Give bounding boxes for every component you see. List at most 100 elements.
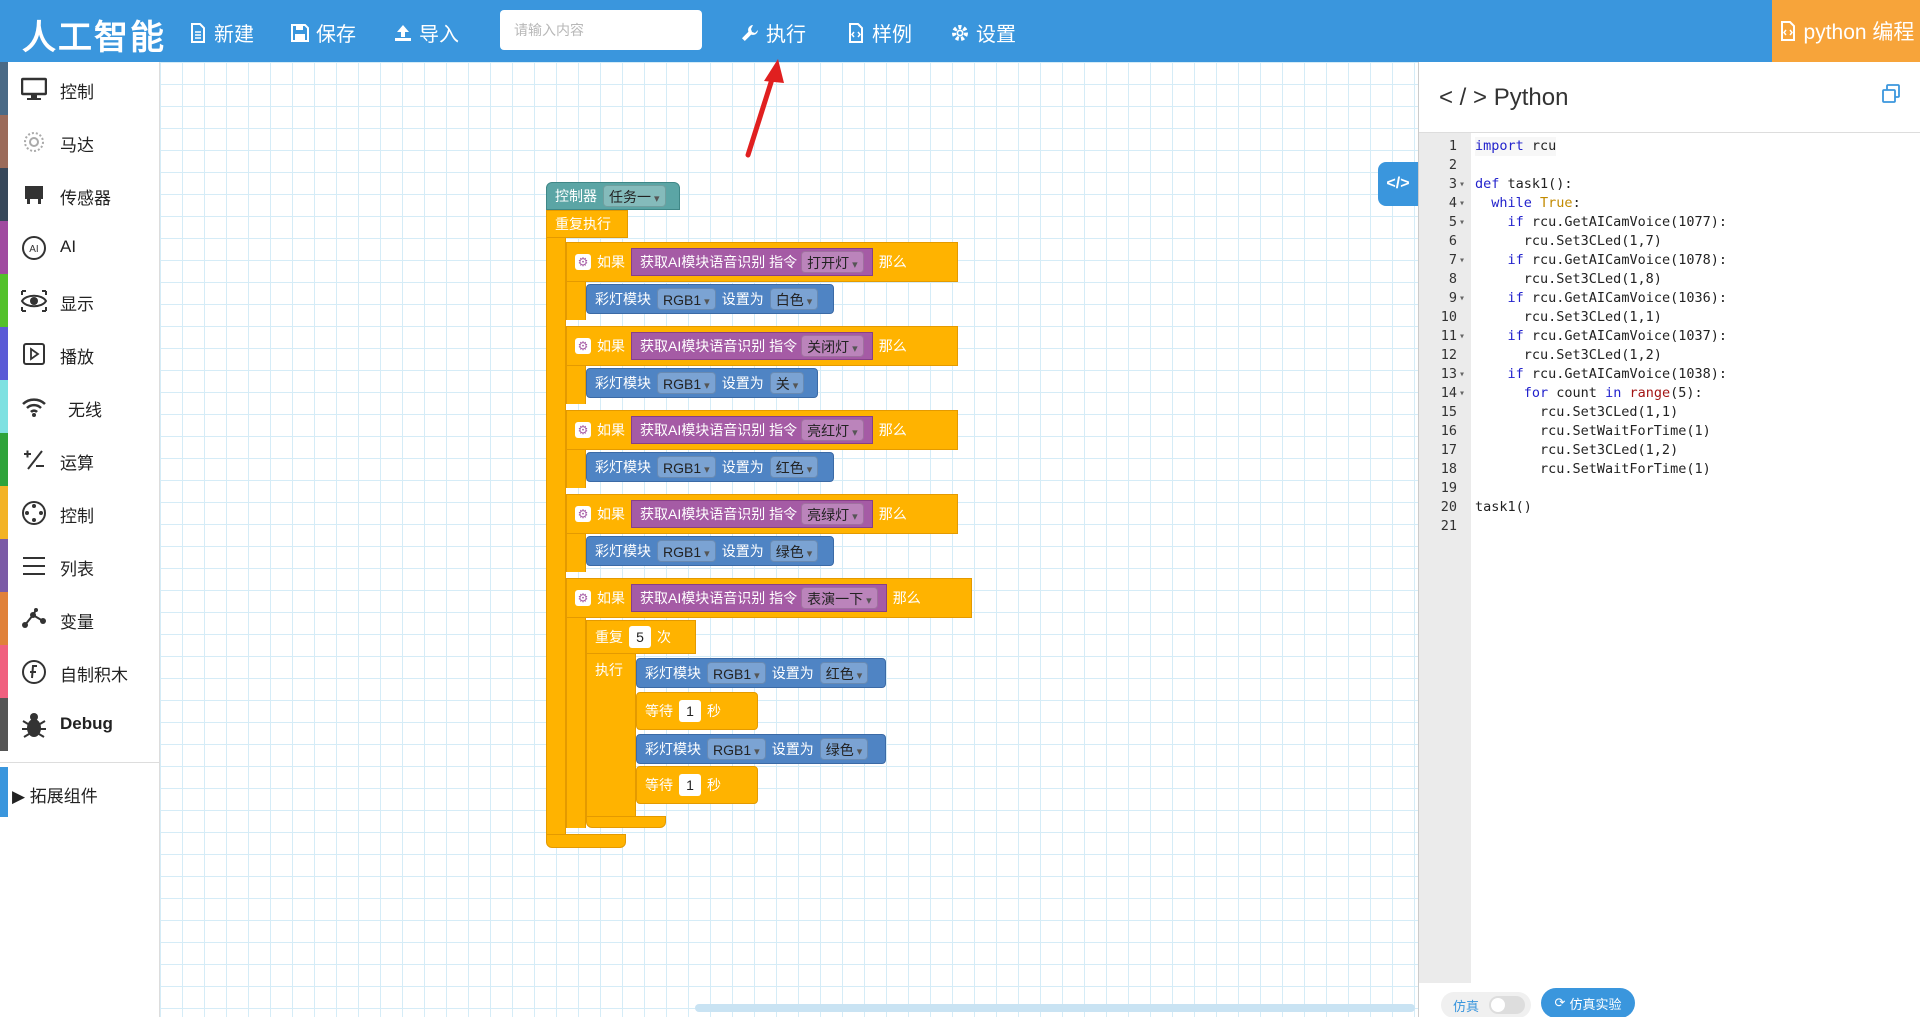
color-dropdown[interactable]: 红色 bbox=[769, 456, 819, 478]
color-dropdown[interactable]: 绿色 bbox=[769, 540, 819, 562]
settings-button[interactable]: 设置 bbox=[950, 18, 1016, 47]
search-input[interactable] bbox=[500, 10, 702, 50]
if-block-3[interactable]: ⚙ 如果 获取AI模块语音识别 指令亮红灯 那么 bbox=[566, 410, 958, 450]
sidebar-item-extensions[interactable]: ▶ 拓展组件 bbox=[0, 767, 160, 817]
command-dropdown[interactable]: 表演一下 bbox=[801, 587, 878, 609]
voice-recognition-block[interactable]: 获取AI模块语音识别 指令 打开灯 bbox=[631, 248, 873, 276]
color-dropdown[interactable]: 白色 bbox=[769, 288, 819, 310]
led-block-1[interactable]: 彩灯模块 RGB1 设置为白色 bbox=[586, 284, 834, 314]
sidebar-item-math[interactable]: 运算 bbox=[0, 433, 160, 486]
wait-input[interactable]: 1 bbox=[679, 700, 701, 722]
color-dropdown[interactable]: 关 bbox=[769, 372, 805, 394]
command-dropdown[interactable]: 亮绿灯 bbox=[801, 503, 864, 525]
sidebar-item-sensor[interactable]: 传感器 bbox=[0, 168, 160, 221]
import-button[interactable]: 导入 bbox=[393, 18, 459, 47]
simulation-toggle[interactable]: 仿真 bbox=[1441, 992, 1531, 1017]
rgb-dropdown[interactable]: RGB1 bbox=[707, 662, 766, 684]
repeat-count-input[interactable]: 5 bbox=[629, 626, 651, 648]
simulation-experiment-button[interactable]: ⟳ 仿真实验 bbox=[1541, 988, 1635, 1017]
sidebar-item-play[interactable]: 播放 bbox=[0, 327, 160, 380]
led-block-6[interactable]: 彩灯模块 RGB1 设置为绿色 bbox=[636, 734, 886, 764]
gear-icon[interactable]: ⚙ bbox=[575, 338, 591, 354]
code-line[interactable]: 20 task1() bbox=[1419, 498, 1920, 517]
fold-arrow-icon[interactable]: ▾ bbox=[1459, 175, 1465, 194]
simulation-switch[interactable] bbox=[1489, 996, 1526, 1014]
sidebar-item-motor[interactable]: 马达 bbox=[0, 115, 160, 168]
blockly-workspace[interactable]: 控制器任务一 重复执行 ⚙如果 获取AI模块语音识别 指令打开灯 那么 彩灯模块… bbox=[160, 62, 1418, 1017]
led-block-4[interactable]: 彩灯模块 RGB1 设置为绿色 bbox=[586, 536, 834, 566]
fold-arrow-icon[interactable]: ▾ bbox=[1459, 289, 1465, 308]
code-line[interactable]: 2 bbox=[1419, 156, 1920, 175]
copy-icon[interactable] bbox=[1881, 84, 1901, 104]
rgb-dropdown[interactable]: RGB1 bbox=[657, 288, 716, 310]
if-block-4[interactable]: ⚙ 如果 获取AI模块语音识别 指令亮绿灯 那么 bbox=[566, 494, 958, 534]
fold-arrow-icon[interactable]: ▾ bbox=[1459, 384, 1465, 403]
if-block-1[interactable]: ⚙ 如果 获取AI模块语音识别 指令打开灯 那么 bbox=[566, 242, 958, 282]
voice-recognition-block[interactable]: 获取AI模块语音识别 指令 表演一下 bbox=[631, 584, 887, 612]
workspace-horizontal-scrollbar[interactable] bbox=[695, 1004, 1415, 1012]
led-block-2[interactable]: 彩灯模块 RGB1 设置为关 bbox=[586, 368, 818, 398]
voice-recognition-block[interactable]: 获取AI模块语音识别 指令 关闭灯 bbox=[631, 332, 873, 360]
color-dropdown[interactable]: 绿色 bbox=[819, 738, 869, 760]
wait-input[interactable]: 1 bbox=[679, 774, 701, 796]
gear-icon[interactable]: ⚙ bbox=[575, 422, 591, 438]
sidebar-item-custom-blocks[interactable]: 自制积木 bbox=[0, 645, 160, 698]
fold-arrow-icon[interactable]: ▾ bbox=[1459, 251, 1465, 270]
repeat-count-block[interactable]: 重复 5 次 bbox=[586, 620, 696, 654]
code-line[interactable]: 11 ▾ if rcu.GetAICamVoice(1037): bbox=[1419, 327, 1920, 346]
led-block-5[interactable]: 彩灯模块 RGB1 设置为红色 bbox=[636, 658, 886, 688]
code-line[interactable]: 13 ▾ if rcu.GetAICamVoice(1038): bbox=[1419, 365, 1920, 384]
controller-hat-block[interactable]: 控制器 任务一 bbox=[546, 182, 680, 210]
gear-icon[interactable]: ⚙ bbox=[575, 506, 591, 522]
code-editor[interactable]: 1 import rcu 2 3 ▾ def task1(): 4 ▾ while True:… bbox=[1419, 132, 1920, 983]
code-line[interactable]: 18 rcu.SetWaitForTime(1) bbox=[1419, 460, 1920, 479]
sidebar-item-control[interactable]: 控制 bbox=[0, 62, 160, 115]
code-line[interactable]: 3 ▾ def task1(): bbox=[1419, 175, 1920, 194]
gear-icon[interactable]: ⚙ bbox=[575, 590, 591, 606]
gear-icon[interactable]: ⚙ bbox=[575, 254, 591, 270]
code-line[interactable]: 16 rcu.SetWaitForTime(1) bbox=[1419, 422, 1920, 441]
rgb-dropdown[interactable]: RGB1 bbox=[657, 540, 716, 562]
rgb-dropdown[interactable]: RGB1 bbox=[707, 738, 766, 760]
rgb-dropdown[interactable]: RGB1 bbox=[657, 456, 716, 478]
sidebar-item-ai[interactable]: AI AI bbox=[0, 221, 160, 274]
sidebar-item-wireless[interactable]: 无线 bbox=[0, 380, 160, 433]
fold-arrow-icon[interactable]: ▾ bbox=[1459, 327, 1465, 346]
code-line[interactable]: 4 ▾ while True: bbox=[1419, 194, 1920, 213]
wait-block-2[interactable]: 等待 1 秒 bbox=[636, 766, 758, 804]
code-line[interactable]: 7 ▾ if rcu.GetAICamVoice(1078): bbox=[1419, 251, 1920, 270]
code-line[interactable]: 10 rcu.Set3CLed(1,1) bbox=[1419, 308, 1920, 327]
code-line[interactable]: 17 rcu.Set3CLed(1,2) bbox=[1419, 441, 1920, 460]
color-dropdown[interactable]: 红色 bbox=[819, 662, 869, 684]
voice-recognition-block[interactable]: 获取AI模块语音识别 指令 亮红灯 bbox=[631, 416, 873, 444]
code-line[interactable]: 15 rcu.Set3CLed(1,1) bbox=[1419, 403, 1920, 422]
if-block-5[interactable]: ⚙ 如果 获取AI模块语音识别 指令表演一下 那么 bbox=[566, 578, 972, 618]
wait-block-1[interactable]: 等待 1 秒 bbox=[636, 692, 758, 730]
command-dropdown[interactable]: 关闭灯 bbox=[801, 335, 864, 357]
code-line[interactable]: 12 rcu.Set3CLed(1,2) bbox=[1419, 346, 1920, 365]
fold-arrow-icon[interactable]: ▾ bbox=[1459, 194, 1465, 213]
code-line[interactable]: 14 ▾ for count in range(5): bbox=[1419, 384, 1920, 403]
sidebar-item-display[interactable]: 显示 bbox=[0, 274, 160, 327]
code-line[interactable]: 1 import rcu bbox=[1419, 137, 1920, 156]
code-line[interactable]: 19 bbox=[1419, 479, 1920, 498]
code-line[interactable]: 8 rcu.Set3CLed(1,8) bbox=[1419, 270, 1920, 289]
run-button[interactable]: 执行 bbox=[740, 18, 806, 47]
examples-button[interactable]: 样例 bbox=[846, 18, 912, 47]
voice-recognition-block[interactable]: 获取AI模块语音识别 指令 亮绿灯 bbox=[631, 500, 873, 528]
toggle-code-panel-button[interactable]: </> bbox=[1378, 162, 1418, 206]
rgb-dropdown[interactable]: RGB1 bbox=[657, 372, 716, 394]
sidebar-item-variable[interactable]: 变量 bbox=[0, 592, 160, 645]
repeat-forever-block[interactable]: 重复执行 bbox=[546, 210, 628, 238]
save-button[interactable]: 保存 bbox=[290, 18, 356, 47]
fold-arrow-icon[interactable]: ▾ bbox=[1459, 213, 1465, 232]
led-block-3[interactable]: 彩灯模块 RGB1 设置为红色 bbox=[586, 452, 834, 482]
sidebar-item-control-2[interactable]: 控制 bbox=[0, 486, 160, 539]
command-dropdown[interactable]: 打开灯 bbox=[801, 251, 864, 273]
sidebar-item-list[interactable]: 列表 bbox=[0, 539, 160, 592]
code-line[interactable]: 9 ▾ if rcu.GetAICamVoice(1036): bbox=[1419, 289, 1920, 308]
code-line[interactable]: 5 ▾ if rcu.GetAICamVoice(1077): bbox=[1419, 213, 1920, 232]
code-line[interactable]: 21 bbox=[1419, 517, 1920, 536]
task-dropdown[interactable]: 任务一 bbox=[603, 185, 666, 207]
new-button[interactable]: 新建 bbox=[188, 18, 254, 47]
